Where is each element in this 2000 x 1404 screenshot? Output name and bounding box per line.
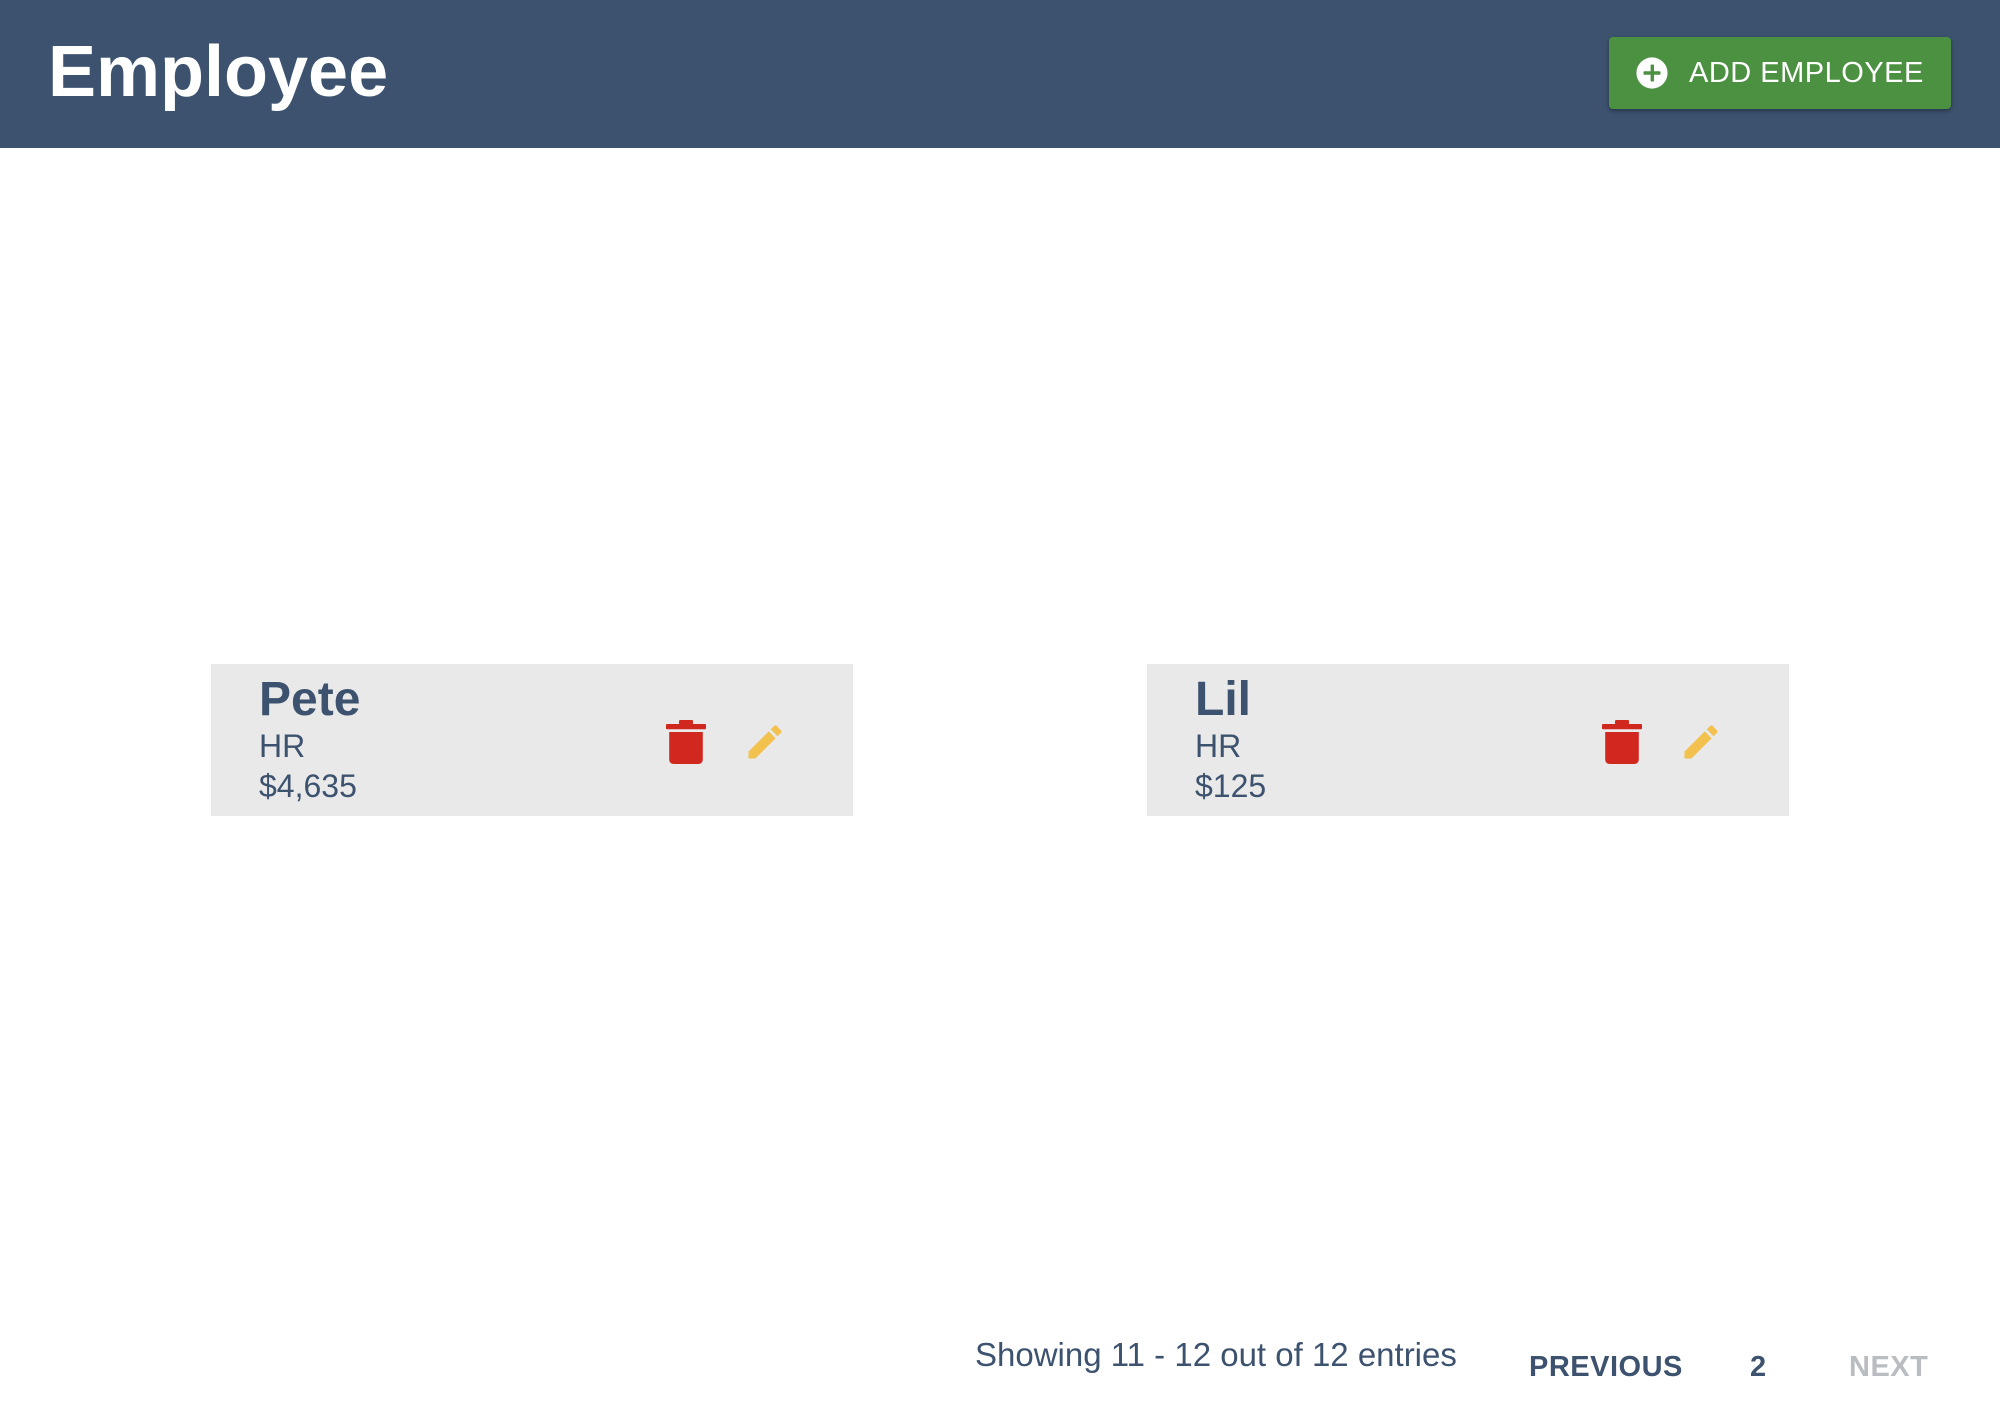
employee-card: Pete HR $4,635: [211, 664, 853, 816]
employee-department: HR: [259, 728, 306, 764]
pagination-summary: Showing 11 - 12 out of 12 entries: [975, 1336, 1457, 1373]
add-employee-label: ADD EMPLOYEE: [1689, 56, 1924, 89]
trash-icon: [1602, 720, 1642, 764]
app-header: Employee ADD EMPLOYEE: [0, 0, 2000, 148]
employee-card: Lil HR $125: [1147, 664, 1789, 816]
trash-icon: [666, 720, 706, 764]
delete-employee-button[interactable]: [666, 720, 706, 764]
previous-page-button[interactable]: PREVIOUS: [1529, 1348, 1683, 1386]
pencil-icon: [748, 725, 782, 759]
next-page-button[interactable]: NEXT: [1849, 1348, 1928, 1386]
delete-employee-button[interactable]: [1602, 720, 1642, 764]
page-number-button[interactable]: 2: [1750, 1348, 1767, 1386]
pencil-icon: [1684, 725, 1718, 759]
employee-department: HR: [1195, 728, 1242, 764]
employee-salary: $125: [1195, 768, 1267, 804]
plus-circle-icon: [1636, 57, 1668, 89]
edit-employee-button[interactable]: [743, 720, 787, 764]
employee-name: Lil: [1195, 673, 1251, 726]
page-title: Employee: [48, 32, 389, 112]
add-employee-button[interactable]: ADD EMPLOYEE: [1609, 37, 1951, 109]
employee-name: Pete: [259, 673, 361, 726]
employee-salary: $4,635: [259, 768, 357, 804]
edit-employee-button[interactable]: [1679, 720, 1723, 764]
